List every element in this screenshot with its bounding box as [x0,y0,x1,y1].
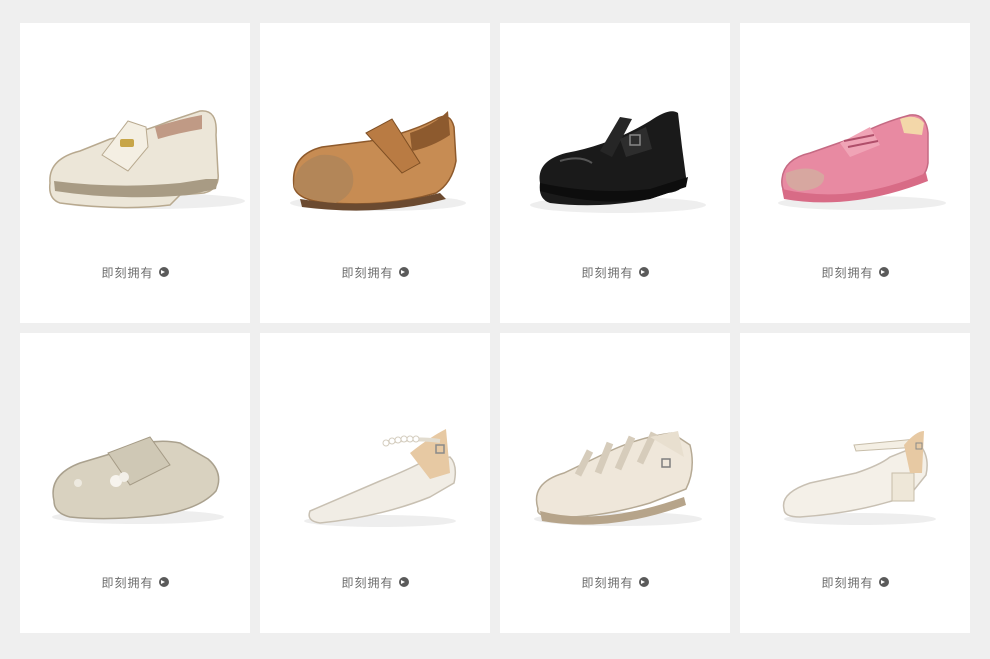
cta-label: 即刻拥有 [101,575,154,590]
product-image-beige-mule[interactable] [20,333,250,563]
product-card-pink-sneaker[interactable]: 即刻拥有 [740,23,970,323]
cta-link[interactable]: 即刻拥有 [500,574,730,590]
product-image-black-patent-mary-jane[interactable] [500,23,730,253]
chevron-right-circle-icon [878,267,889,277]
cta-link[interactable]: 即刻拥有 [260,574,490,590]
product-card-block-heel-mary-jane[interactable]: 即刻拥有 [740,333,970,633]
product-image-block-heel-mary-jane[interactable] [740,333,970,563]
product-image-tan-mary-jane[interactable] [260,23,490,253]
product-card-pearl-strap-flat[interactable]: 即刻拥有 [260,333,490,633]
chevron-right-circle-icon [158,577,169,587]
chevron-right-circle-icon [638,577,649,587]
chevron-right-circle-icon [638,267,649,277]
cta-label: 即刻拥有 [581,265,634,280]
product-grid: 即刻拥有 即刻拥有 即刻拥有 即刻拥有 即刻拥有 即刻拥有 即刻拥有 即刻拥有 [0,0,990,659]
product-card-fisherman-sandal[interactable]: 即刻拥有 [500,333,730,633]
cta-link[interactable]: 即刻拥有 [500,264,730,280]
cta-link[interactable]: 即刻拥有 [20,574,250,590]
product-image-fisherman-sandal[interactable] [500,333,730,563]
cta-label: 即刻拥有 [821,575,874,590]
chevron-right-circle-icon [878,577,889,587]
product-image-cream-loafer[interactable] [20,23,250,253]
product-card-tan-mary-jane[interactable]: 即刻拥有 [260,23,490,323]
cta-link[interactable]: 即刻拥有 [740,264,970,280]
product-card-black-patent-mary-jane[interactable]: 即刻拥有 [500,23,730,323]
cta-label: 即刻拥有 [101,265,154,280]
cta-label: 即刻拥有 [341,265,394,280]
chevron-right-circle-icon [158,267,169,277]
cta-link[interactable]: 即刻拥有 [260,264,490,280]
product-card-cream-loafer[interactable]: 即刻拥有 [20,23,250,323]
product-image-pearl-strap-flat[interactable] [260,333,490,563]
cta-label: 即刻拥有 [821,265,874,280]
product-image-pink-sneaker[interactable] [740,23,970,253]
cta-label: 即刻拥有 [581,575,634,590]
product-card-beige-mule[interactable]: 即刻拥有 [20,333,250,633]
cta-link[interactable]: 即刻拥有 [740,574,970,590]
chevron-right-circle-icon [398,577,409,587]
cta-label: 即刻拥有 [341,575,394,590]
chevron-right-circle-icon [398,267,409,277]
cta-link[interactable]: 即刻拥有 [20,264,250,280]
